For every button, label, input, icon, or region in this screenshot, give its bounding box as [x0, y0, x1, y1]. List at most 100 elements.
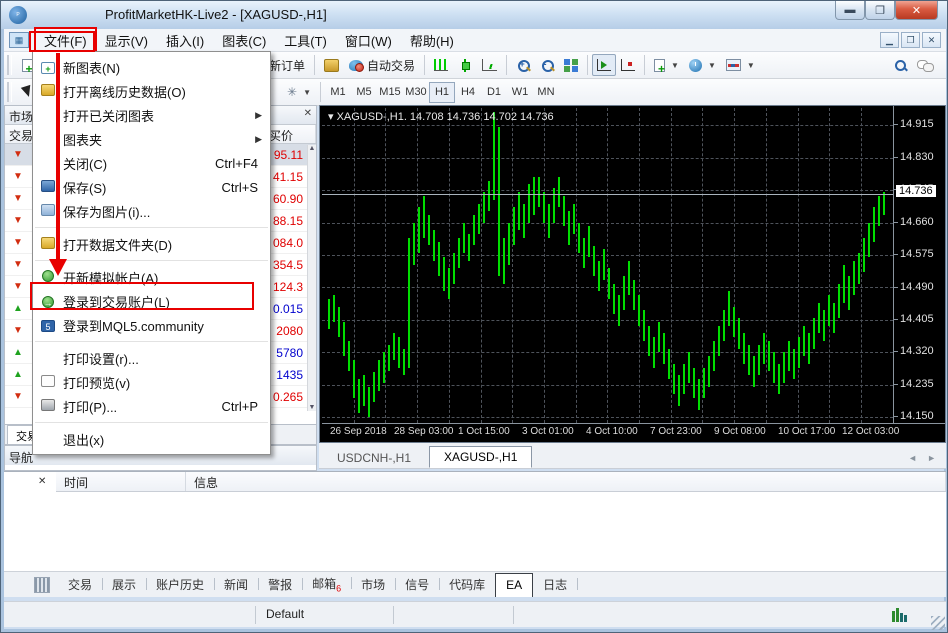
menu-item-3[interactable]: 图表(C) [213, 28, 275, 53]
tile-windows-icon [564, 59, 578, 72]
drawing-tools-icon: ✳ [287, 85, 297, 99]
restore-button[interactable]: ❐ [865, 1, 895, 20]
menu-item-图表夹[interactable]: 图表夹▶ [33, 127, 270, 151]
auto-scroll-button[interactable] [616, 54, 640, 76]
chart-shift-button[interactable] [592, 54, 616, 76]
menu-item-打开已关闭图表[interactable]: 打开已关闭图表▶ [33, 103, 270, 127]
close-button[interactable]: ✕ [895, 1, 938, 20]
menu-item-new-chart-icon[interactable]: +新图表(N) [33, 55, 270, 79]
buy-price: 354.5 [265, 258, 305, 272]
line-chart-mode-button[interactable] [477, 54, 502, 76]
periods-dropdown[interactable]: ▼ [684, 54, 721, 76]
price-bar [388, 345, 390, 372]
templates-dropdown[interactable]: ▼ [721, 54, 760, 76]
market-watch-close-icon[interactable]: ✕ [304, 108, 312, 122]
timeframe-d1[interactable]: D1 [481, 82, 507, 103]
indicators-dropdown[interactable]: ▼ [649, 54, 684, 76]
drawing-tools-dropdown[interactable]: ✳▼ [282, 81, 316, 103]
mdi-restore-button[interactable]: ❐ [901, 32, 920, 48]
time-tick-label: 1 Oct 15:00 [458, 426, 510, 437]
menu-item-4[interactable]: 工具(T) [275, 28, 336, 53]
price-bar [653, 337, 655, 368]
down-arrow-icon: ▼ [5, 171, 31, 182]
terminal-tab-日志[interactable]: 日志 [533, 572, 577, 597]
menu-item-login-account-icon[interactable]: →登录到交易账户(L) [33, 289, 270, 313]
terminal-tab-代码库[interactable]: 代码库 [439, 572, 495, 597]
menu-item-关闭(C)[interactable]: 关闭(C)Ctrl+F4 [33, 151, 270, 175]
resize-grip[interactable] [931, 616, 945, 630]
candlestick-mode-button[interactable] [453, 54, 477, 76]
menu-item-print-preview-icon[interactable]: 打印预览(v) [33, 370, 270, 394]
market-watch-scrollbar[interactable]: ▲▼ [307, 145, 316, 411]
menu-item-6[interactable]: 帮助(H) [401, 28, 463, 53]
chart-tab-scroll-arrows[interactable]: ◄► [898, 453, 936, 468]
tile-windows-button[interactable] [559, 54, 583, 76]
menu-item-2[interactable]: 插入(I) [157, 28, 213, 53]
depth-of-market-button[interactable] [319, 54, 344, 76]
menu-item-5[interactable]: 窗口(W) [336, 28, 401, 53]
grid-line-v [671, 108, 672, 423]
menu-item-save-icon[interactable]: 保存(S)Ctrl+S [33, 175, 270, 199]
chart-tab-USDCNH-,H1[interactable]: USDCNH-,H1 [323, 448, 425, 468]
menu-item-open-offline-icon[interactable]: 打开离线历史数据(O) [33, 79, 270, 103]
menu-item-mql5-icon[interactable]: 5登录到MQL5.community [33, 313, 270, 337]
terminal-column-headers: 时间 信息 [56, 472, 946, 492]
terminal-tab-新闻[interactable]: 新闻 [214, 572, 258, 597]
timeframe-m5[interactable]: M5 [351, 82, 377, 103]
status-profile[interactable]: Default [256, 606, 394, 624]
bar-chart-mode-button[interactable] [429, 54, 453, 76]
terminal-tab-展示[interactable]: 展示 [102, 572, 146, 597]
toolbar-grip[interactable] [7, 55, 12, 75]
timeframe-h4[interactable]: H4 [455, 82, 481, 103]
menu-item-data-folder-icon[interactable]: 打开数据文件夹(D) [33, 232, 270, 256]
mail-badge: 6 [336, 584, 341, 594]
timeframe-mn[interactable]: MN [533, 82, 559, 103]
price-axis[interactable]: 14.91514.83014.74514.66014.57514.49014.4… [893, 106, 945, 423]
buy-price: 124.3 [265, 280, 305, 294]
terminal-tab-市场[interactable]: 市场 [351, 572, 395, 597]
timeframe-m15[interactable]: M15 [377, 82, 403, 103]
terminal-tab-邮箱[interactable]: 邮箱6 [302, 571, 351, 597]
time-column-header[interactable]: 时间 [56, 472, 186, 491]
chart-window[interactable]: ▾ XAGUSD-,H1. 14.708 14.736 14.702 14.73… [319, 105, 946, 443]
toolbar-grip[interactable] [7, 82, 12, 102]
virtual-hosting-icon[interactable] [34, 577, 50, 593]
chart-plot-area[interactable] [322, 108, 893, 423]
window-title: ProfitMarketHK-Live2 - [XAGUSD-,H1] [105, 7, 327, 22]
timeframe-w1[interactable]: W1 [507, 82, 533, 103]
chat-button[interactable] [912, 54, 938, 76]
terminal-tab-EA[interactable]: EA [495, 573, 533, 597]
terminal-tab-交易[interactable]: 交易 [58, 572, 102, 597]
price-bar [643, 310, 645, 341]
zoom-out-button[interactable]: - [535, 54, 559, 76]
menu-item-退出(x)[interactable]: 退出(x) [33, 427, 270, 451]
time-axis[interactable]: 26 Sep 201828 Sep 03:001 Oct 15:003 Oct … [322, 423, 945, 440]
menu-item-打印设置(r)...[interactable]: 打印设置(r)... [33, 346, 270, 370]
menu-item-print-icon[interactable]: 打印(P)...Ctrl+P [33, 394, 270, 418]
grid-line-v [512, 108, 513, 423]
mdi-minimize-button[interactable]: ▁ [880, 32, 899, 48]
terminal-close-icon[interactable]: ✕ [38, 476, 46, 487]
minimize-button[interactable]: ▬ [835, 1, 865, 20]
timeframe-h1[interactable]: H1 [429, 82, 455, 103]
terminal-tab-警报[interactable]: 警报 [258, 572, 302, 597]
search-button[interactable] [888, 54, 912, 76]
timeframe-m1[interactable]: M1 [325, 82, 351, 103]
buy-column-header[interactable]: 买价 [265, 125, 316, 143]
mdi-close-button[interactable]: ✕ [922, 32, 941, 48]
timeframe-m30[interactable]: M30 [403, 82, 429, 103]
menu-item-demo-account-icon[interactable]: 开新模拟帐户(A) [33, 265, 270, 289]
autotrading-button[interactable]: 自动交易 [344, 54, 420, 76]
chart-symbol-header[interactable]: ▾ XAGUSD-,H1. 14.708 14.736 14.702 14.73… [328, 110, 554, 123]
zoom-in-button[interactable]: + [511, 54, 535, 76]
chart-shift-icon [597, 59, 611, 71]
menu-item-1[interactable]: 显示(V) [96, 28, 157, 53]
price-bar [593, 246, 595, 277]
menu-item-save-image-icon[interactable]: 保存为图片(i)... [33, 199, 270, 223]
terminal-tab-账户历史[interactable]: 账户历史 [146, 572, 214, 597]
chart-tab-XAGUSD-,H1[interactable]: XAGUSD-,H1 [429, 446, 532, 468]
terminal-tab-信号[interactable]: 信号 [395, 572, 439, 597]
menu-file[interactable]: 文件(F) [35, 28, 96, 53]
price-bar [368, 387, 370, 418]
message-column-header[interactable]: 信息 [186, 472, 946, 491]
